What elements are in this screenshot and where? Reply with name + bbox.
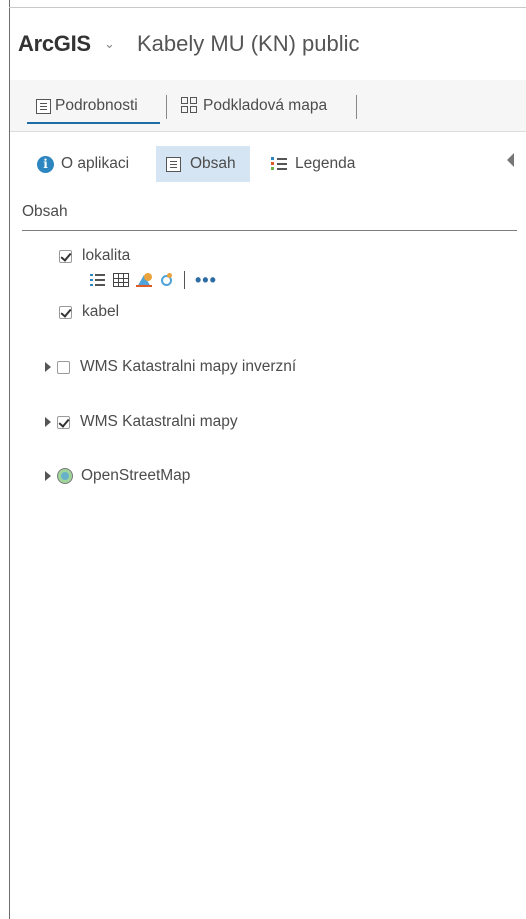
app-title: Kabely MU (KN) public xyxy=(137,31,360,56)
layer-item-kabel: kabel xyxy=(59,303,119,321)
layer-item-openstreetmap: OpenStreetMap xyxy=(45,467,190,485)
attribute-table-icon[interactable] xyxy=(113,273,129,287)
legend-label: Legenda xyxy=(295,155,356,172)
layer-visibility-checkbox[interactable] xyxy=(59,249,72,263)
expand-arrow-icon[interactable] xyxy=(45,471,51,481)
tab-divider xyxy=(356,95,357,119)
layer-item-lokalita: lokalita xyxy=(59,247,130,265)
chevron-down-icon[interactable]: ⌄ xyxy=(104,36,115,52)
arcgis-brand-link[interactable]: ArcGIS xyxy=(18,31,91,57)
layer-name: WMS Katastralni mapy xyxy=(80,413,238,430)
about-button[interactable]: i O aplikaci xyxy=(31,146,135,182)
collapse-panel-icon[interactable] xyxy=(507,153,514,167)
tools-divider xyxy=(184,271,185,289)
layer-name: OpenStreetMap xyxy=(81,467,191,484)
content-button[interactable]: Obsah xyxy=(156,146,250,182)
layer-visibility-checkbox[interactable] xyxy=(59,305,72,319)
legend-list-icon[interactable] xyxy=(90,273,106,287)
zoom-to-icon[interactable] xyxy=(159,273,175,287)
content-icon xyxy=(166,156,181,172)
layer-visibility-checkbox[interactable] xyxy=(57,415,70,429)
about-label: O aplikaci xyxy=(61,155,130,172)
details-subnav: i O aplikaci Obsah Legenda xyxy=(10,133,526,195)
more-options-icon[interactable]: ••• xyxy=(195,271,217,289)
layer-visibility-checkbox[interactable] xyxy=(57,360,70,374)
legend-button[interactable]: Legenda xyxy=(265,146,361,182)
tab-details-label: Podrobnosti xyxy=(55,97,138,114)
basemap-globe-icon xyxy=(57,468,73,484)
layer-name: WMS Katastralni mapy inverzní xyxy=(80,358,297,375)
expand-arrow-icon[interactable] xyxy=(45,417,51,427)
content-label: Obsah xyxy=(190,155,236,172)
basemap-gallery-icon xyxy=(181,97,199,115)
layer-item-wms: WMS Katastralni mapy xyxy=(45,413,238,431)
layer-name: lokalita xyxy=(82,247,131,264)
info-icon: i xyxy=(37,155,54,173)
tab-basemap-label: Podkladová mapa xyxy=(203,97,328,114)
change-style-icon[interactable] xyxy=(136,273,152,287)
layer-item-wms-inverzni: WMS Katastralni mapy inverzní xyxy=(45,358,296,376)
content-divider xyxy=(22,230,517,231)
app-header: ArcGIS ⌄ Kabely MU (KN) public xyxy=(10,8,526,80)
expand-arrow-icon[interactable] xyxy=(45,362,51,372)
tab-details[interactable]: Podrobnosti xyxy=(36,93,138,119)
active-tab-indicator xyxy=(27,122,160,124)
tab-bar: Podrobnosti Podkladová mapa xyxy=(10,80,526,132)
layer-name: kabel xyxy=(82,303,120,320)
tab-divider xyxy=(166,95,167,119)
details-icon xyxy=(36,98,51,114)
content-heading: Obsah xyxy=(22,203,68,220)
legend-icon xyxy=(271,156,287,172)
layer-tools: ••• xyxy=(90,271,217,289)
tab-basemap[interactable]: Podkladová mapa xyxy=(181,93,327,119)
